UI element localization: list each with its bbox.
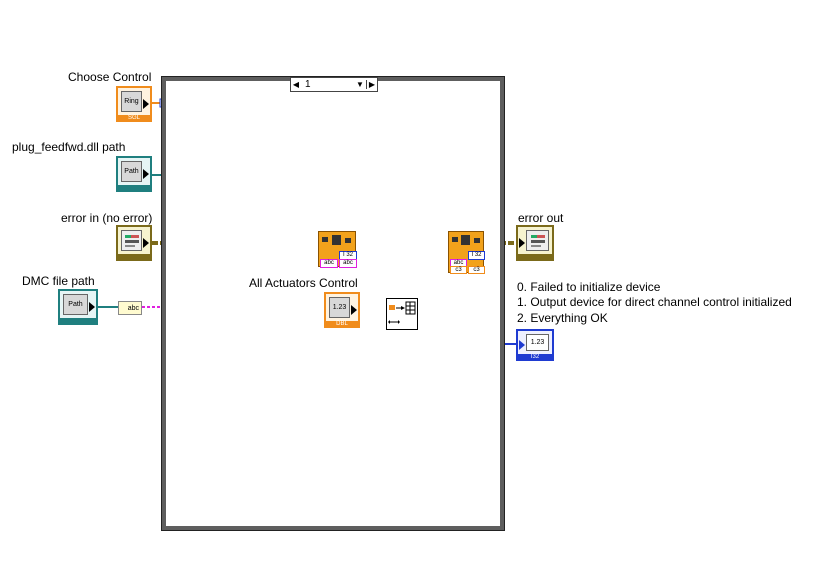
label-error-out: error out <box>518 211 564 225</box>
error-cluster-icon <box>121 230 142 251</box>
choose-control-terminal[interactable]: Ring SGL <box>116 86 152 122</box>
label-dmc-path: DMC file path <box>22 274 95 288</box>
all-actuators-control-terminal[interactable]: 1.23 DBL <box>324 292 360 328</box>
type-tag <box>118 185 150 191</box>
output-arrow-icon <box>89 302 95 312</box>
output-arrow-icon <box>351 305 357 315</box>
build-array-node[interactable] <box>386 298 418 330</box>
call-library-node-a[interactable]: I 32 abc abc <box>318 231 357 268</box>
error-cluster-icon <box>526 230 549 251</box>
type-tag: DBL <box>326 321 358 327</box>
path-glyph: Path <box>121 161 142 182</box>
description-line-2: 1. Output device for direct channel cont… <box>517 295 792 309</box>
call-library-icon <box>452 235 480 245</box>
output-arrow-icon <box>143 169 149 179</box>
error-in-terminal[interactable] <box>116 225 152 261</box>
label-error-in: error in (no error) <box>61 211 153 225</box>
c3-slot: c3 <box>468 266 485 274</box>
label-actuators: All Actuators Control <box>249 276 358 290</box>
type-tag <box>60 318 96 324</box>
input-arrow-icon <box>519 238 525 248</box>
dropdown-arrow-icon[interactable]: ▼ <box>354 80 366 89</box>
call-library-node-b[interactable]: I 32 abc c3 c3 <box>448 231 485 274</box>
build-array-icon <box>388 301 416 324</box>
dll-path-terminal[interactable]: Path <box>116 156 152 192</box>
case-selector[interactable]: ◀ 1 ▼ ▶ <box>290 77 378 92</box>
case-selector-value: 1 <box>305 79 311 90</box>
call-library-icon <box>322 235 351 245</box>
numeric-glyph: 1.23 <box>526 334 549 351</box>
c3-slot: c3 <box>450 266 467 274</box>
dmc-path-terminal[interactable]: Path <box>58 289 98 325</box>
input-arrow-icon <box>519 340 525 350</box>
path-glyph: Path <box>63 294 88 315</box>
output-arrow-icon <box>143 99 149 109</box>
i32-slot: I 32 <box>468 251 485 260</box>
label-choose-control: Choose Control <box>68 70 152 84</box>
output-arrow-icon <box>143 238 149 248</box>
abc-glyph: abc <box>127 304 139 312</box>
type-tag <box>118 254 150 260</box>
type-tag <box>518 254 552 260</box>
type-tag: I32 <box>518 354 552 360</box>
ring-glyph: Ring <box>121 91 142 112</box>
abc-slot: abc <box>320 259 338 268</box>
increment-arrow-icon[interactable]: ▶ <box>366 80 377 89</box>
description-line-3: 2. Everything OK <box>517 311 608 325</box>
description-line-1: 0. Failed to initialize device <box>517 280 661 294</box>
label-dll-path: plug_feedfwd.dll path <box>12 140 126 154</box>
status-indicator-terminal[interactable]: 1.23 I32 <box>516 329 554 361</box>
type-tag: SGL <box>118 115 150 121</box>
abc-slot: abc <box>339 259 357 268</box>
error-out-terminal[interactable] <box>516 225 554 261</box>
numeric-glyph: 1.23 <box>329 297 350 318</box>
path-to-string-function[interactable]: abc <box>118 301 142 315</box>
decrement-arrow-icon[interactable]: ◀ <box>291 80 301 89</box>
